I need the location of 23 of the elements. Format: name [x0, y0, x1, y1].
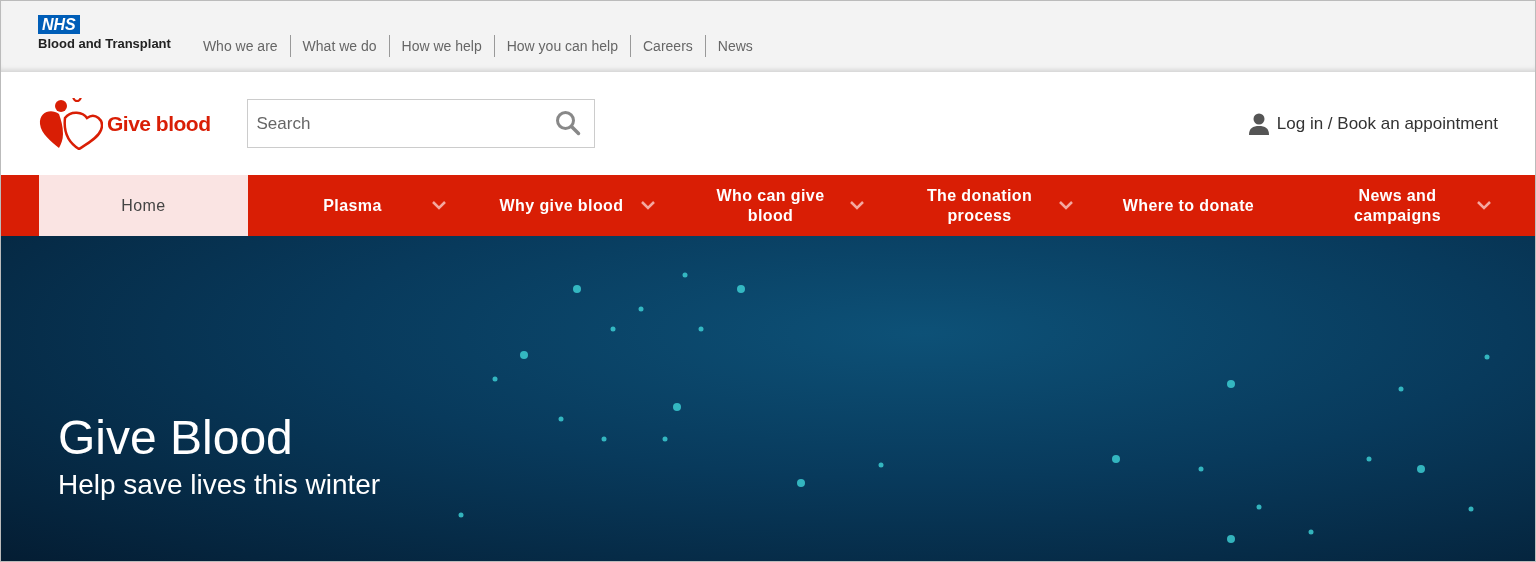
nav-tab[interactable]: Why give blood [457, 175, 666, 236]
person-icon [1248, 112, 1269, 135]
top-nav-link[interactable]: How you can help [493, 34, 630, 57]
search-field[interactable]: Search [246, 99, 595, 148]
nav-tab[interactable]: Plasma [248, 175, 457, 236]
login-link[interactable]: Log in / Book an appointment [1248, 112, 1498, 135]
hero-subtitle: Help save lives this winter [58, 469, 382, 501]
nav-tab[interactable]: News and campaigns [1293, 175, 1502, 236]
top-nav-link[interactable]: How we help [388, 34, 494, 57]
top-nav-link[interactable]: Who we are [202, 34, 290, 57]
nhs-logo: NHS [38, 14, 80, 34]
search-icon[interactable] [554, 110, 581, 136]
brand-name: Blood and Transplant [38, 35, 171, 51]
top-nav-link[interactable]: What we do [289, 34, 389, 57]
nav-tab[interactable]: The donation process [875, 175, 1084, 236]
logo-text[interactable]: Give blood [107, 111, 211, 136]
nav-tab[interactable]: Where to donate [1084, 175, 1293, 236]
hearts-logo-icon [39, 97, 103, 150]
top-nav-link[interactable]: News [704, 34, 765, 57]
nav-tab[interactable]: Who can give blood [666, 175, 875, 236]
nav-tab[interactable]: Home [39, 175, 248, 236]
hero-title: Give Blood [58, 410, 294, 465]
top-nav-link[interactable]: Careers [630, 34, 705, 57]
